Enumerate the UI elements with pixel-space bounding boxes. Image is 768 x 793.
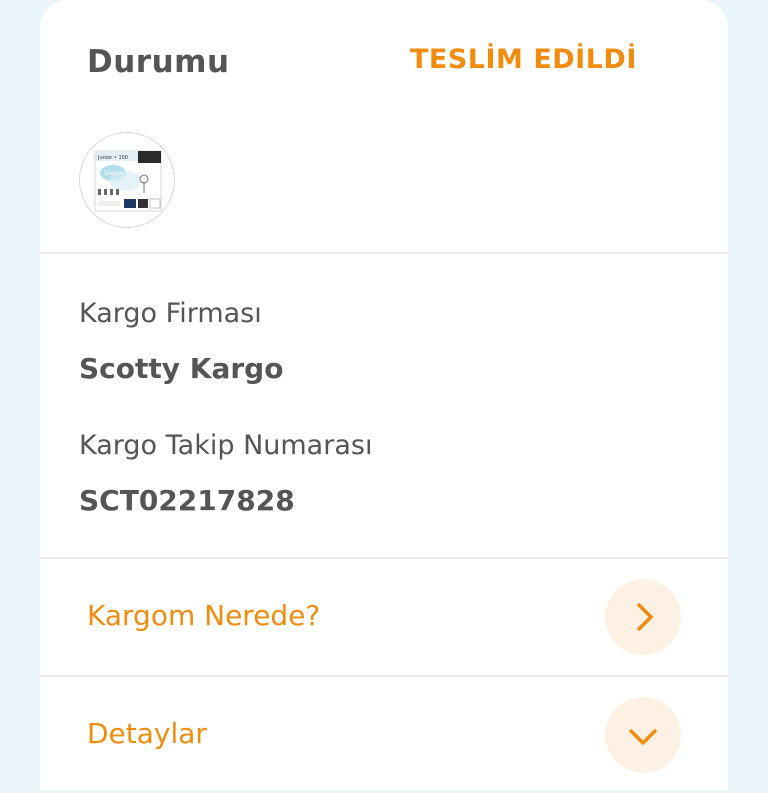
product-thumbnail[interactable]: Junior • 100 Sleepy	[79, 132, 175, 228]
product-pack-text: Junior • 100	[97, 155, 128, 161]
status-row: Durumu TESLİM EDİLDİ	[40, 0, 728, 128]
shipping-company-label: Kargo Firması	[79, 298, 262, 329]
chevron-right-icon	[637, 603, 653, 631]
section-divider	[40, 252, 728, 254]
tracking-number-label: Kargo Takip Numarası	[79, 430, 373, 461]
chevron-down-icon	[629, 729, 657, 745]
order-detail-card: Durumu TESLİM EDİLDİ Junior • 100 Sleepy…	[40, 0, 728, 790]
shipping-company-value: Scotty Kargo	[79, 352, 284, 385]
product-image-icon: Junior • 100 Sleepy	[94, 150, 162, 212]
details-row[interactable]: Detaylar	[40, 677, 728, 793]
status-badge: TESLİM EDİLDİ	[410, 44, 637, 75]
tracking-number-value: SCT02217828	[79, 484, 295, 517]
track-shipment-row[interactable]: Kargom Nerede?	[40, 559, 728, 675]
track-shipment-label: Kargom Nerede?	[87, 599, 321, 632]
details-toggle-button[interactable]	[605, 697, 681, 773]
details-label: Detaylar	[87, 717, 207, 750]
track-shipment-button[interactable]	[605, 579, 681, 655]
status-label: Durumu	[87, 44, 230, 80]
